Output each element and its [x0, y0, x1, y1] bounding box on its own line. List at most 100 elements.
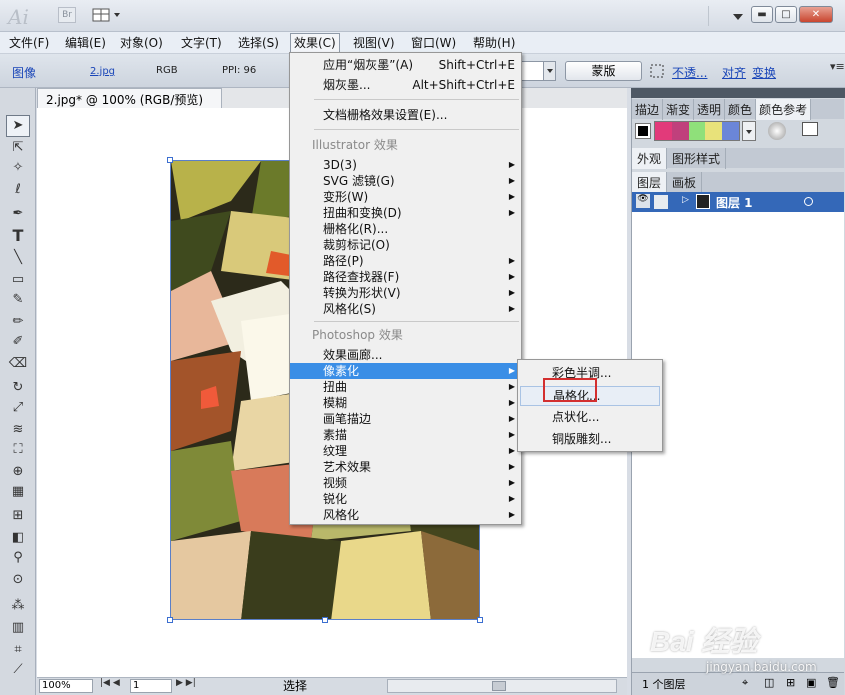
close-window-button[interactable]: ✕ — [799, 6, 833, 23]
restore-button[interactable]: □ — [775, 6, 797, 23]
bridge-button[interactable]: Br — [58, 7, 76, 23]
harmony-color-bar[interactable] — [654, 121, 740, 141]
selection-handle[interactable] — [167, 617, 173, 623]
tab-stroke[interactable]: 描边 — [632, 99, 664, 120]
apply-last-effect-item[interactable]: 应用“烟灰墨”(A) Shift+Ctrl+E — [290, 57, 521, 73]
menu-effects[interactable]: 效果(C) — [290, 33, 340, 53]
harmony-dropdown-icon[interactable] — [742, 121, 756, 141]
artboard-tool-icon[interactable]: ⌗ — [7, 640, 29, 660]
target-circle-icon[interactable] — [804, 197, 813, 206]
effect-artistic-item[interactable]: 艺术效果 ▶ — [290, 459, 521, 475]
effect-distort-transform-item[interactable]: 扭曲和变换(D) ▶ — [290, 205, 521, 221]
scale-tool-icon[interactable]: ⤢ — [7, 398, 29, 418]
eraser-tool-icon[interactable]: ⌫ — [7, 354, 29, 374]
warp-tool-icon[interactable]: ≋ — [7, 420, 29, 440]
menu-view[interactable]: 视图(V) — [350, 35, 398, 51]
perspective-grid-tool-icon[interactable]: ▦ — [7, 482, 29, 502]
image-label-link[interactable]: 图像 — [12, 64, 36, 81]
layer-name[interactable]: 图层 1 — [716, 194, 753, 211]
tab-graphic-styles[interactable]: 图形样式 — [667, 148, 727, 169]
effect-convert-to-shape-item[interactable]: 转换为形状(V) ▶ — [290, 285, 521, 301]
opacity-link[interactable]: 不透... — [672, 64, 707, 81]
rotate-tool-icon[interactable]: ↻ — [7, 378, 29, 398]
blend-tool-icon[interactable]: ⊙ — [7, 570, 29, 590]
control-menu-icon[interactable]: ▾≡ — [830, 60, 845, 73]
mask-button[interactable]: 蒙版 — [565, 61, 642, 81]
shape-builder-tool-icon[interactable]: ⊕ — [7, 462, 29, 482]
swatch-4[interactable] — [705, 122, 723, 140]
slice-tool-icon[interactable]: ⟋ — [7, 660, 29, 680]
effect-blur-item[interactable]: 模糊 ▶ — [290, 395, 521, 411]
swatch-3[interactable] — [688, 122, 706, 140]
effect-pathfinder-item[interactable]: 路径查找器(F) ▶ — [290, 269, 521, 285]
zoom-select[interactable]: 100% — [39, 679, 93, 693]
first-artboard-icon[interactable]: |◀ ◀ — [100, 678, 120, 688]
effect-path-item[interactable]: 路径(P) ▶ — [290, 253, 521, 269]
gradient-tool-icon[interactable]: ◧ — [7, 528, 29, 548]
tab-artboards[interactable]: 画板 — [667, 172, 703, 193]
swatch-5[interactable] — [722, 122, 739, 140]
blob-brush-tool-icon[interactable]: ✐ — [7, 332, 29, 352]
pen-tool-icon[interactable]: ✒ — [7, 204, 29, 224]
mesh-tool-icon[interactable]: ⊞ — [7, 506, 29, 526]
effect-pixelate-item[interactable]: 像素化 ▶ — [290, 363, 521, 379]
new-sublayer-icon[interactable]: ⊞ — [786, 676, 795, 689]
effect-texture-item[interactable]: 纹理 ▶ — [290, 443, 521, 459]
tab-layers[interactable]: 图层 — [632, 172, 668, 193]
rectangle-tool-icon[interactable]: ▭ — [7, 270, 29, 290]
new-layer-icon[interactable]: ▣ — [806, 676, 816, 689]
transform-link[interactable]: 变换 — [752, 64, 776, 81]
tab-appearance[interactable]: 外观 — [632, 148, 668, 169]
symbol-sprayer-tool-icon[interactable]: ⁂ — [7, 596, 29, 616]
scrollbar-thumb[interactable] — [492, 681, 506, 691]
eyedropper-tool-icon[interactable]: ⚲ — [7, 548, 29, 568]
magic-wand-tool-icon[interactable]: ✧ — [7, 158, 29, 178]
style-dropdown[interactable] — [520, 61, 556, 81]
next-artboard-icon[interactable]: ▶ ▶| — [176, 678, 196, 688]
edit-colors-icon[interactable] — [768, 122, 786, 140]
save-color-group-icon[interactable] — [802, 122, 818, 136]
paintbrush-tool-icon[interactable]: ✎ — [7, 290, 29, 310]
effect-sharpen-item[interactable]: 锐化 ▶ — [290, 491, 521, 507]
tab-gradient[interactable]: 渐变 — [663, 99, 695, 120]
tab-color-guide[interactable]: 颜色参考 — [756, 99, 812, 120]
workspace-dropdown-icon[interactable] — [733, 11, 743, 25]
free-transform-tool-icon[interactable]: ⛶ — [7, 440, 29, 460]
effect-stylize-photoshop-item[interactable]: 风格化 ▶ — [290, 507, 521, 523]
align-link[interactable]: 对齐 — [722, 64, 746, 81]
menu-help[interactable]: 帮助(H) — [470, 35, 518, 51]
clipping-mask-icon[interactable]: ◫ — [764, 676, 774, 689]
swatch-1[interactable] — [655, 122, 672, 140]
menu-edit[interactable]: 编辑(E) — [62, 35, 109, 51]
selection-handle[interactable] — [477, 617, 483, 623]
effect-distort-item[interactable]: 扭曲 ▶ — [290, 379, 521, 395]
mezzotint-item[interactable]: 铜版雕刻... — [518, 431, 662, 447]
pointillize-item[interactable]: 点状化... — [518, 409, 662, 425]
effect-svg-filters-item[interactable]: SVG 滤镜(G) ▶ — [290, 173, 521, 189]
tab-transparency[interactable]: 透明 — [694, 99, 726, 120]
fill-color-swatch[interactable] — [635, 123, 651, 139]
effect-stylize-illustrator-item[interactable]: 风格化(S) ▶ — [290, 301, 521, 317]
menu-window[interactable]: 窗口(W) — [408, 35, 459, 51]
direct-selection-tool-icon[interactable]: ⇱ — [7, 138, 29, 158]
lasso-tool-icon[interactable]: ℓ — [7, 180, 29, 200]
selection-handle[interactable] — [167, 157, 173, 163]
last-effect-item[interactable]: 烟灰墨... Alt+Shift+Ctrl+E — [290, 77, 521, 93]
swatch-2[interactable] — [671, 122, 689, 140]
effect-gallery-item[interactable]: 效果画廊... — [290, 347, 521, 363]
pencil-tool-icon[interactable]: ✏ — [7, 312, 29, 332]
minimize-button[interactable]: ▬ — [751, 6, 773, 23]
selection-tool-icon[interactable]: ➤ — [7, 116, 29, 136]
effect-warp-item[interactable]: 变形(W) ▶ — [290, 189, 521, 205]
horizontal-scrollbar[interactable] — [387, 679, 617, 693]
layer-row[interactable]: 👁 ▷ 图层 1 — [632, 192, 844, 212]
line-tool-icon[interactable]: ╲ — [7, 248, 29, 268]
menu-select[interactable]: 选择(S) — [235, 35, 282, 51]
locate-object-icon[interactable]: ⌖ — [742, 676, 748, 690]
raster-settings-item[interactable]: 文档栅格效果设置(E)... — [290, 107, 521, 123]
tab-color[interactable]: 颜色 — [725, 99, 757, 120]
effect-video-item[interactable]: 视频 ▶ — [290, 475, 521, 491]
document-tab[interactable]: 2.jpg* @ 100% (RGB/预览) ⊠ — [37, 88, 222, 122]
recolor-icon[interactable] — [650, 64, 664, 81]
artboard-number-input[interactable]: 1 — [130, 679, 172, 693]
